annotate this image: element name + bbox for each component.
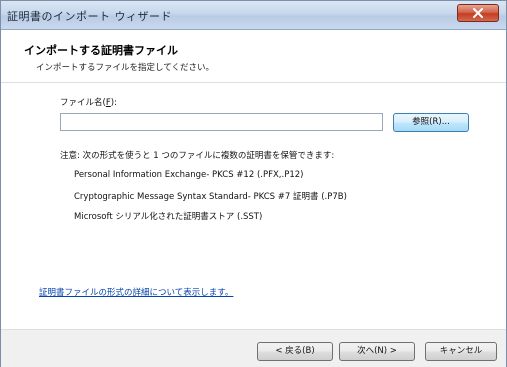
page-subtitle: インポートするファイルを指定してください。: [36, 63, 214, 73]
window-title: 証明書のインポート ウィザード: [7, 10, 172, 23]
cancel-button[interactable]: キャンセル: [425, 342, 497, 361]
format-item-p7b: Cryptographic Message Syntax Standard- P…: [74, 192, 347, 202]
filename-input[interactable]: [60, 113, 383, 131]
filename-label: ファイル名(F):: [60, 98, 117, 108]
close-icon: [473, 8, 483, 18]
format-item-pfx: Personal Information Exchange- PKCS #12 …: [74, 170, 304, 180]
page-title: インポートする証明書ファイル: [24, 44, 178, 57]
format-item-sst: Microsoft シリアル化された証明書ストア (.SST): [74, 212, 263, 222]
import-wizard-window: 証明書のインポート ウィザード インポートする証明書ファイル インポートするファ…: [0, 0, 507, 367]
title-bar[interactable]: 証明書のインポート ウィザード: [1, 1, 506, 30]
wizard-content: ファイル名(F): 参照(R)... 注意: 次の形式を使うと 1 つのファイル…: [1, 83, 506, 328]
back-button[interactable]: < 戻る(B): [257, 342, 333, 361]
wizard-header: インポートする証明書ファイル インポートするファイルを指定してください。: [1, 30, 506, 83]
browse-button[interactable]: 参照(R)...: [393, 113, 469, 132]
note-text: 注意: 次の形式を使うと 1 つのファイルに複数の証明書を保管できます:: [60, 151, 335, 161]
wizard-footer: < 戻る(B) 次へ(N) > キャンセル: [1, 329, 506, 367]
format-details-link[interactable]: 証明書ファイルの形式の詳細について表示します。: [39, 286, 233, 298]
next-button[interactable]: 次へ(N) >: [339, 342, 415, 361]
close-button[interactable]: [457, 4, 499, 22]
